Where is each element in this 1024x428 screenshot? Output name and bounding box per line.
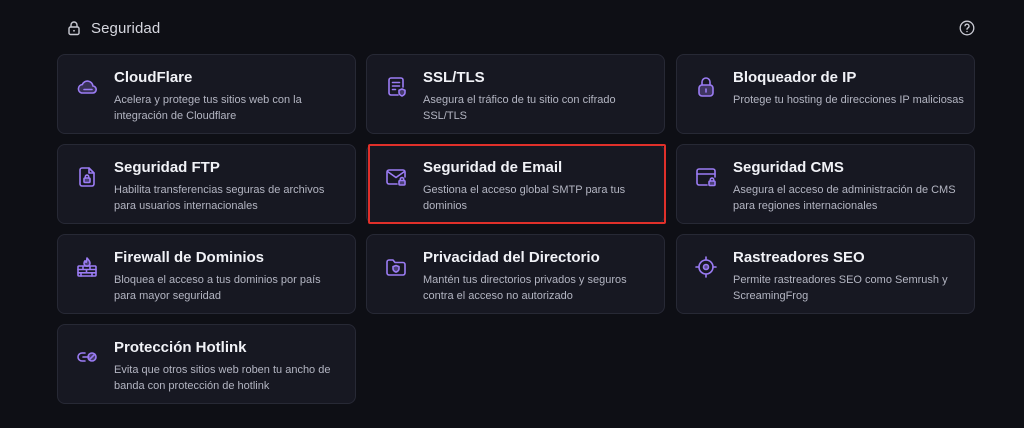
card-description: Mantén tus directorios privados y seguro… bbox=[423, 274, 627, 302]
card-title: CloudFlare bbox=[114, 69, 193, 86]
card-title: Rastreadores SEO bbox=[733, 249, 865, 266]
card-title: Seguridad FTP bbox=[114, 159, 220, 176]
card-domain-firewall[interactable]: Firewall de Dominios Bloquea el acceso a… bbox=[57, 234, 356, 314]
card-cloudflare[interactable]: CloudFlare Acelera y protege tus sitios … bbox=[57, 54, 356, 134]
section-header: Seguridad bbox=[66, 16, 976, 40]
card-description: Permite rastreadores SEO como Semrush y … bbox=[733, 274, 948, 302]
card-description: Gestiona el acceso global SMTP para tus … bbox=[423, 184, 626, 212]
card-ssl-tls[interactable]: SSL/TLS Asegura el tráfico de tu sitio c… bbox=[366, 54, 665, 134]
card-seo-crawlers[interactable]: Rastreadores SEO Permite rastreadores SE… bbox=[676, 234, 975, 314]
card-title: Seguridad CMS bbox=[733, 159, 844, 176]
card-directory-privacy[interactable]: Privacidad del Directorio Mantén tus dir… bbox=[366, 234, 665, 314]
browser-lock-icon bbox=[693, 164, 719, 190]
card-title: Privacidad del Directorio bbox=[423, 249, 600, 266]
card-description: Asegura el acceso de administración de C… bbox=[733, 184, 956, 212]
mail-lock-icon bbox=[383, 164, 409, 190]
crosshair-icon bbox=[693, 254, 719, 280]
card-ip-blocker[interactable]: Bloqueador de IP Protege tu hosting de d… bbox=[676, 54, 975, 134]
card-title: Protección Hotlink bbox=[114, 339, 247, 356]
padlock-icon bbox=[693, 74, 719, 100]
card-hotlink-protection[interactable]: Protección Hotlink Evita que otros sitio… bbox=[57, 324, 356, 404]
cloud-icon bbox=[74, 74, 100, 100]
card-title: Firewall de Dominios bbox=[114, 249, 265, 266]
card-description: Bloquea el acceso a tus dominios por paí… bbox=[114, 274, 321, 302]
card-ftp-security[interactable]: Seguridad FTP Habilita transferencias se… bbox=[57, 144, 356, 224]
card-title: SSL/TLS bbox=[423, 69, 485, 86]
folder-shield-icon bbox=[383, 254, 409, 280]
card-title: Bloqueador de IP bbox=[733, 69, 857, 86]
help-circle-icon[interactable] bbox=[958, 19, 976, 37]
card-title: Seguridad de Email bbox=[423, 159, 563, 176]
card-description: Habilita transferencias seguras de archi… bbox=[114, 184, 325, 212]
card-description: Protege tu hosting de direcciones IP mal… bbox=[733, 94, 964, 106]
firewall-icon bbox=[74, 254, 100, 280]
card-cms-security[interactable]: Seguridad CMS Asegura el acceso de admin… bbox=[676, 144, 975, 224]
section-title: Seguridad bbox=[91, 19, 161, 37]
card-email-security[interactable]: Seguridad de Email Gestiona el acceso gl… bbox=[366, 144, 665, 224]
file-lock-icon bbox=[74, 164, 100, 190]
certificate-icon bbox=[383, 74, 409, 100]
lock-icon bbox=[66, 20, 82, 36]
card-description: Evita que otros sitios web roben tu anch… bbox=[114, 364, 331, 392]
card-description: Acelera y protege tus sitios web con la … bbox=[114, 94, 302, 122]
link-block-icon bbox=[74, 344, 100, 370]
card-description: Asegura el tráfico de tu sitio con cifra… bbox=[423, 94, 616, 122]
